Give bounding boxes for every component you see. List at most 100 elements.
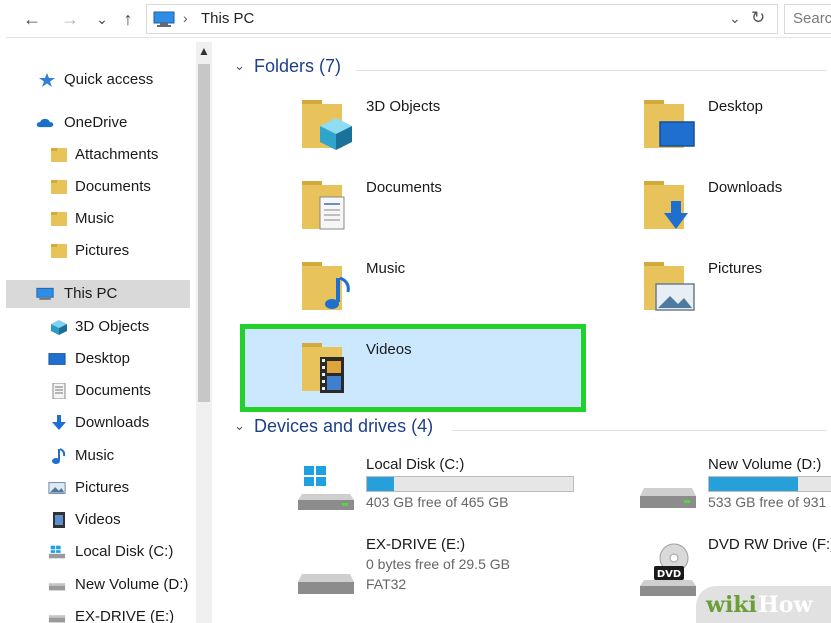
3d-objects-folder-icon — [302, 100, 352, 150]
sidebar-item-downloads[interactable]: Downloads — [6, 409, 196, 437]
sidebar-item-label: EX-DRIVE (E:) — [75, 608, 175, 623]
scrollbar-thumb[interactable] — [198, 64, 210, 402]
video-icon — [53, 512, 65, 528]
forward-button[interactable]: → — [58, 7, 82, 31]
drive-name: EX-DRIVE (E:) — [366, 536, 466, 553]
document-icon — [52, 383, 66, 399]
folder-desktop[interactable]: Desktop — [640, 96, 830, 158]
navigation-pane: Quick access OneDrive Attachments Docume… — [6, 38, 214, 623]
sidebar-item-label: Downloads — [75, 414, 150, 431]
chevron-down-icon[interactable]: ⌄ — [729, 10, 741, 27]
sidebar-item-label: Documents — [75, 382, 151, 399]
sidebar-item-ex-drive-e[interactable]: EX-DRIVE (E:) — [6, 603, 196, 623]
drive-ex-drive-e[interactable]: EX-DRIVE (E:) 0 bytes free of 29.5 GB FA… — [298, 536, 588, 618]
watermark-how: How — [758, 592, 813, 618]
content-pane: ⌄ Folders (7) 3D Objects Desktop Documen… — [216, 38, 831, 623]
drive-icon — [48, 615, 66, 623]
sidebar-item-label: Documents — [75, 178, 151, 195]
folder-name: Downloads — [708, 179, 783, 196]
sidebar-item-label: Music — [75, 447, 115, 464]
sidebar-item-desktop[interactable]: Desktop — [6, 345, 196, 373]
sidebar-item-local-disk-c[interactable]: Local Disk (C:) — [6, 538, 196, 566]
sidebar-item-attachments[interactable]: Attachments — [6, 141, 196, 169]
sidebar-item-label: New Volume (D:) — [75, 576, 189, 593]
folder-name: Desktop — [708, 98, 764, 115]
sidebar-item-videos[interactable]: Videos — [6, 506, 196, 534]
sidebar-item-this-pc[interactable]: This PC — [6, 280, 190, 308]
chevron-down-icon[interactable]: ⌄ — [234, 418, 245, 434]
picture-icon — [48, 482, 66, 494]
drive-name: DVD RW Drive (F:) — [708, 536, 831, 553]
drive-usage-bar — [366, 476, 574, 492]
group-divider — [452, 430, 826, 431]
documents-folder-icon — [302, 181, 345, 230]
sidebar-item-onedrive-pictures[interactable]: Pictures — [6, 237, 196, 265]
cube-icon — [51, 320, 67, 335]
address-field[interactable]: › This PC ⌄ ↻ — [146, 4, 778, 34]
sidebar-item-label: Pictures — [75, 242, 130, 259]
sidebar-item-label: OneDrive — [64, 114, 128, 131]
computer-icon — [36, 287, 54, 300]
folder-icon — [51, 148, 67, 162]
cloud-icon — [36, 118, 54, 128]
folder-pictures[interactable]: Pictures — [640, 258, 830, 320]
sidebar-item-onedrive-documents[interactable]: Documents — [6, 173, 196, 201]
windows-drive-icon — [298, 466, 354, 510]
sidebar-item-label: Attachments — [75, 146, 159, 163]
folders-group-title: Folders (7) — [254, 56, 342, 76]
star-icon — [39, 73, 55, 87]
drive-free-space: 0 bytes free of 29.5 GB — [366, 556, 510, 572]
sidebar-item-label: Music — [75, 210, 115, 227]
folder-name: Documents — [366, 179, 442, 196]
folder-name: Videos — [366, 341, 412, 358]
search-input[interactable]: Search — [784, 4, 831, 34]
sidebar-item-3d-objects[interactable]: 3D Objects — [6, 313, 196, 341]
folder-music[interactable]: Music — [298, 258, 498, 320]
pictures-folder-icon — [644, 262, 695, 311]
address-bar-row: ← → ⌄ ↑ › This PC ⌄ ↻ Search — [6, 0, 831, 38]
download-icon — [52, 415, 66, 430]
path-separator: › — [183, 10, 188, 26]
chevron-down-icon[interactable]: ⌄ — [234, 58, 245, 74]
drive-icon — [48, 583, 66, 591]
sidebar-item-pictures[interactable]: Pictures — [6, 474, 196, 502]
folder-videos[interactable]: Videos — [298, 339, 498, 401]
sidebar-item-onedrive-music[interactable]: Music — [6, 205, 196, 233]
computer-icon — [153, 11, 175, 27]
folder-3d-objects[interactable]: 3D Objects — [298, 96, 498, 158]
up-button[interactable]: ↑ — [116, 7, 140, 31]
back-button[interactable]: ← — [20, 7, 44, 31]
search-placeholder: Search — [793, 10, 831, 27]
drive-usage-fill — [709, 477, 798, 491]
drive-local-disk-c[interactable]: Local Disk (C:) 403 GB free of 465 GB — [298, 456, 588, 520]
sidebar-item-label: Local Disk (C:) — [75, 543, 174, 560]
sidebar-item-documents[interactable]: Documents — [6, 377, 196, 405]
scroll-up-icon[interactable]: ▲ — [196, 44, 212, 58]
folder-documents[interactable]: Documents — [298, 177, 498, 239]
sidebar-item-music[interactable]: Music — [6, 442, 196, 470]
sidebar-item-quick-access[interactable]: Quick access — [6, 66, 196, 94]
refresh-button[interactable]: ↻ — [751, 8, 765, 28]
drive-name: New Volume (D:) — [708, 456, 822, 473]
sidebar-item-label: This PC — [64, 285, 118, 302]
sidebar-item-onedrive[interactable]: OneDrive — [6, 109, 196, 137]
dvd-drive-icon: DVD — [640, 543, 696, 596]
sidebar-item-new-volume-d[interactable]: New Volume (D:) — [6, 571, 196, 599]
drive-usage-fill — [367, 477, 394, 491]
drive-new-volume-d[interactable]: New Volume (D:) 533 GB free of 931 — [640, 456, 831, 520]
folder-name: Music — [366, 260, 406, 277]
sidebar-item-label: Videos — [75, 511, 121, 528]
recent-locations-button[interactable]: ⌄ — [90, 7, 114, 31]
sidebar-scrollbar[interactable]: ▲ — [196, 42, 212, 623]
music-note-icon — [52, 448, 66, 464]
address-location[interactable]: This PC — [201, 10, 254, 27]
desktop-folder-icon — [644, 100, 695, 148]
devices-group-title: Devices and drives (4) — [254, 416, 434, 436]
music-folder-icon — [302, 262, 350, 310]
sidebar-item-label: Quick access — [64, 71, 154, 88]
windows-drive-icon — [48, 545, 66, 559]
folder-downloads[interactable]: Downloads — [640, 177, 830, 239]
folder-name: 3D Objects — [366, 98, 441, 115]
group-divider — [356, 70, 826, 71]
drive-free-space: 533 GB free of 931 — [708, 494, 827, 510]
